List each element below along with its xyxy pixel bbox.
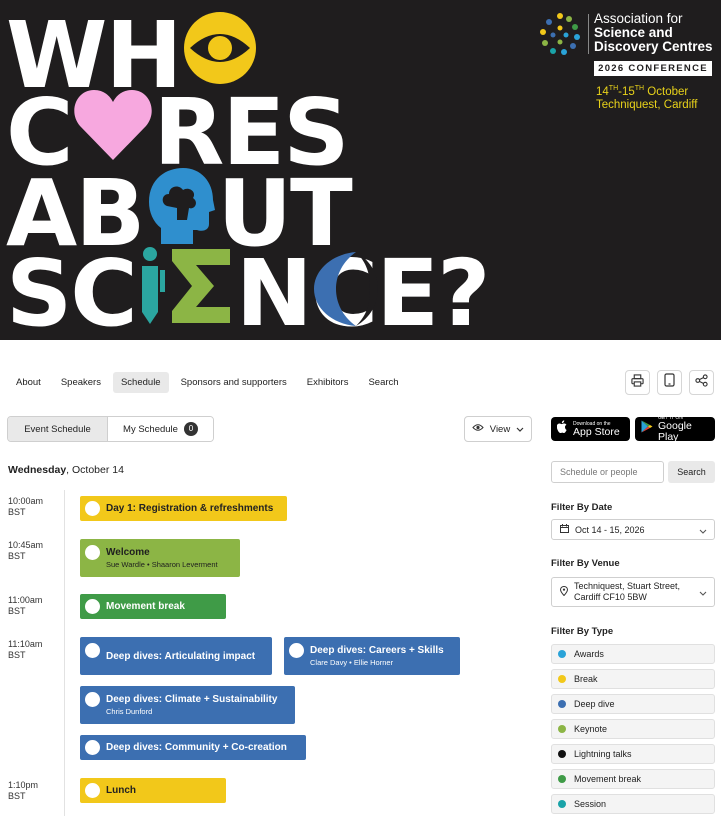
filter-type-movement-break[interactable]: Movement break [551,769,715,789]
asdc-dots-logo-icon [536,10,584,58]
filter-type-break[interactable]: Break [551,669,715,689]
nav-speakers[interactable]: Speakers [53,372,109,393]
share-icon [695,373,708,392]
session-card[interactable]: Deep dives: Community + Co-creation [80,735,306,760]
filter-type-label: Filter By Type [551,626,614,637]
main-nav: About Speakers Schedule Sponsors and sup… [8,371,411,393]
type-color-dot [558,800,566,808]
google-play-icon [641,420,653,438]
filter-venue-label: Filter By Venue [551,558,620,569]
session-card[interactable]: Day 1: Registration & refreshments [80,496,287,521]
my-schedule-count-badge: 0 [183,422,198,436]
time-slot-label: 11:10am BST [8,639,43,660]
add-to-schedule-toggle[interactable] [85,501,100,516]
app-store-badge[interactable]: Download on the App Store [551,417,630,441]
share-button[interactable] [689,370,714,395]
chevron-down-icon [516,424,524,435]
add-to-schedule-toggle[interactable] [85,692,100,707]
sigma-icon [170,247,232,340]
filter-type-deep-dive[interactable]: Deep dive [551,694,715,714]
location-pin-icon [559,585,569,598]
timeline-divider [64,490,65,816]
session-card[interactable]: Deep dives: Climate + Sustainability Chr… [80,686,295,724]
time-slot-label: 10:00am BST [8,496,44,517]
day-heading: Wednesday, October 14 [8,464,124,476]
conference-banner: WH C RES AB UT SC NCE? Association for S… [0,0,721,340]
filter-type-session[interactable]: Session [551,794,715,814]
type-color-dot [558,650,566,658]
tab-my-schedule[interactable]: My Schedule 0 [108,417,213,441]
search-button[interactable]: Search [668,461,715,483]
mobile-button[interactable] [657,370,682,395]
time-slot-label: 1:10pm BST [8,780,39,801]
i-pen-icon [136,246,170,340]
calendar-icon [560,524,569,535]
nav-exhibitors[interactable]: Exhibitors [299,372,357,393]
tab-event-schedule[interactable]: Event Schedule [8,417,108,441]
add-to-schedule-toggle[interactable] [85,643,100,658]
chevron-down-icon [699,526,707,536]
crescent-moon-icon [312,250,380,333]
time-slot-label: 11:00am BST [8,595,43,616]
view-dropdown[interactable]: View [464,416,532,442]
apple-icon [556,420,568,438]
type-color-dot [558,700,566,708]
hero-line-science: SC NCE? [6,239,491,340]
add-to-schedule-toggle[interactable] [85,783,100,798]
conference-date-range: 14TH-15TH October [596,85,689,98]
organisation-name: Association for Science and Discovery Ce… [594,11,713,54]
add-to-schedule-toggle[interactable] [85,599,100,614]
conference-year-badge: 2026 CONFERENCE [594,61,712,76]
logo-divider [588,14,589,54]
session-card[interactable]: Deep dives: Articulating impact [80,637,272,675]
filter-date-label: Filter By Date [551,502,613,513]
nav-about[interactable]: About [8,372,49,393]
nav-search[interactable]: Search [360,372,406,393]
type-color-dot [558,750,566,758]
eye-outline-icon [472,423,484,435]
time-slot-label: 10:45am BST [8,540,44,561]
filter-type-lightning-talks[interactable]: Lightning talks [551,744,715,764]
schedule-toggle: Event Schedule My Schedule 0 [7,416,214,442]
nav-schedule[interactable]: Schedule [112,371,169,393]
chevron-down-icon [699,588,707,598]
google-play-badge[interactable]: GET IT ON Google Play [635,415,715,443]
search-input[interactable]: Schedule or people [551,461,664,483]
type-color-dot [558,775,566,783]
filter-venue-select[interactable]: Techniquest, Stuart Street, Cardiff CF10… [551,577,715,607]
session-card[interactable]: Movement break [80,594,226,619]
filter-type-awards[interactable]: Awards [551,644,715,664]
session-card[interactable]: Deep dives: Careers + Skills Clare Davy … [284,637,460,675]
session-card[interactable]: Lunch [80,778,226,803]
add-to-schedule-toggle[interactable] [289,643,304,658]
add-to-schedule-toggle[interactable] [85,545,100,560]
conference-dates: 14TH-15TH October Techniquest, Cardiff [596,82,697,112]
print-button[interactable] [625,370,650,395]
print-icon [631,373,644,392]
nav-sponsors[interactable]: Sponsors and supporters [173,372,295,393]
type-color-dot [558,675,566,683]
filter-type-keynote[interactable]: Keynote [551,719,715,739]
session-card[interactable]: Welcome Sue Wardle • Shaaron Leverment [80,539,240,577]
type-color-dot [558,725,566,733]
filter-date-select[interactable]: Oct 14 - 15, 2026 [551,519,715,540]
conference-venue: Techniquest, Cardiff [596,98,698,111]
add-to-schedule-toggle[interactable] [85,740,100,755]
mobile-icon [664,373,675,392]
